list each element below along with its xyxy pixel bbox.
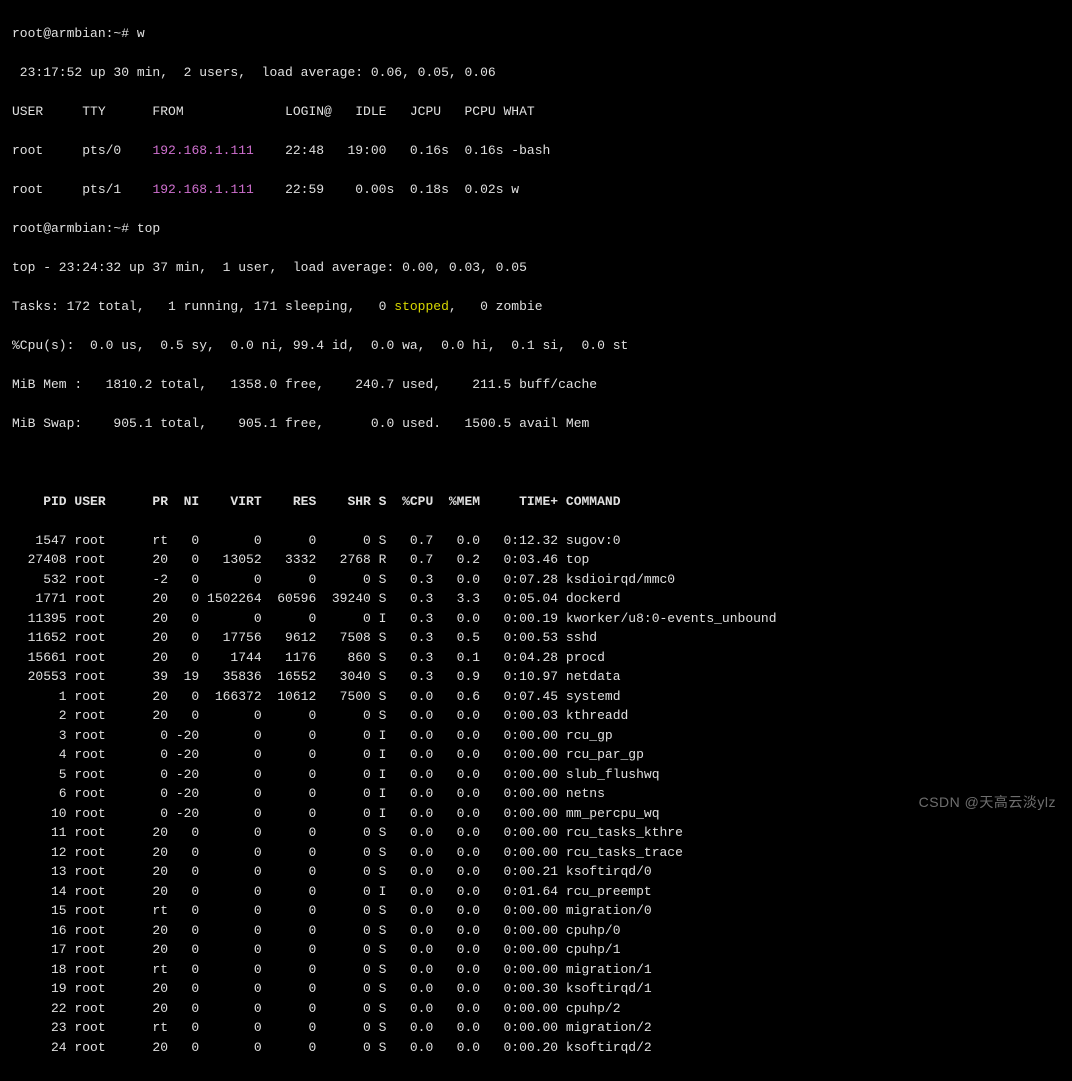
table-row: 2 root 20 0 0 0 0 S 0.0 0.0 0:00.03 kthr… bbox=[12, 706, 1060, 726]
blank-line bbox=[12, 453, 1060, 473]
top-mem: MiB Mem : 1810.2 total, 1358.0 free, 240… bbox=[12, 375, 1060, 395]
cmd-w: w bbox=[137, 26, 145, 41]
top-tasks-b: , 0 zombie bbox=[449, 299, 543, 314]
prompt-1: root@armbian:~# bbox=[12, 26, 137, 41]
w-row2-left: root pts/1 bbox=[12, 182, 152, 197]
top-cpu: %Cpu(s): 0.0 us, 0.5 sy, 0.0 ni, 99.4 id… bbox=[12, 336, 1060, 356]
w-row-1: root pts/0 192.168.1.111 22:48 19:00 0.1… bbox=[12, 141, 1060, 161]
w-row1-left: root pts/0 bbox=[12, 143, 152, 158]
table-row: 17 root 20 0 0 0 0 S 0.0 0.0 0:00.00 cpu… bbox=[12, 940, 1060, 960]
w-row2-ip: 192.168.1.111 bbox=[152, 182, 253, 197]
prompt-line-2: root@armbian:~# top bbox=[12, 219, 1060, 239]
w-summary: 23:17:52 up 30 min, 2 users, load averag… bbox=[12, 63, 1060, 83]
w-row-2: root pts/1 192.168.1.111 22:59 0.00s 0.1… bbox=[12, 180, 1060, 200]
table-row: 1547 root rt 0 0 0 0 S 0.7 0.0 0:12.32 s… bbox=[12, 531, 1060, 551]
cmd-top: top bbox=[137, 221, 160, 236]
table-row: 4 root 0 -20 0 0 0 I 0.0 0.0 0:00.00 rcu… bbox=[12, 745, 1060, 765]
table-row: 1771 root 20 0 1502264 60596 39240 S 0.3… bbox=[12, 589, 1060, 609]
table-row: 13 root 20 0 0 0 0 S 0.0 0.0 0:00.21 kso… bbox=[12, 862, 1060, 882]
table-row: 18 root rt 0 0 0 0 S 0.0 0.0 0:00.00 mig… bbox=[12, 960, 1060, 980]
table-row: 3 root 0 -20 0 0 0 I 0.0 0.0 0:00.00 rcu… bbox=[12, 726, 1060, 746]
table-row: 22 root 20 0 0 0 0 S 0.0 0.0 0:00.00 cpu… bbox=[12, 999, 1060, 1019]
top-process-header: PID USER PR NI VIRT RES SHR S %CPU %MEM … bbox=[12, 492, 1060, 512]
w-header: USER TTY FROM LOGIN@ IDLE JCPU PCPU WHAT bbox=[12, 102, 1060, 122]
table-row: 24 root 20 0 0 0 0 S 0.0 0.0 0:00.20 kso… bbox=[12, 1038, 1060, 1058]
top-tasks-a: Tasks: 172 total, 1 running, 171 sleepin… bbox=[12, 299, 394, 314]
table-row: 20553 root 39 19 35836 16552 3040 S 0.3 … bbox=[12, 667, 1060, 687]
w-row2-right: 22:59 0.00s 0.18s 0.02s w bbox=[254, 182, 519, 197]
top-swap: MiB Swap: 905.1 total, 905.1 free, 0.0 u… bbox=[12, 414, 1060, 434]
table-row: 12 root 20 0 0 0 0 S 0.0 0.0 0:00.00 rcu… bbox=[12, 843, 1060, 863]
table-row: 6 root 0 -20 0 0 0 I 0.0 0.0 0:00.00 net… bbox=[12, 784, 1060, 804]
w-row1-ip: 192.168.1.111 bbox=[152, 143, 253, 158]
top-summary: top - 23:24:32 up 37 min, 1 user, load a… bbox=[12, 258, 1060, 278]
table-row: 11395 root 20 0 0 0 0 I 0.3 0.0 0:00.19 … bbox=[12, 609, 1060, 629]
prompt-2: root@armbian:~# bbox=[12, 221, 137, 236]
table-row: 23 root rt 0 0 0 0 S 0.0 0.0 0:00.00 mig… bbox=[12, 1018, 1060, 1038]
table-row: 532 root -2 0 0 0 0 S 0.3 0.0 0:07.28 ks… bbox=[12, 570, 1060, 590]
table-row: 15 root rt 0 0 0 0 S 0.0 0.0 0:00.00 mig… bbox=[12, 901, 1060, 921]
table-row: 14 root 20 0 0 0 0 I 0.0 0.0 0:01.64 rcu… bbox=[12, 882, 1060, 902]
table-row: 19 root 20 0 0 0 0 S 0.0 0.0 0:00.30 kso… bbox=[12, 979, 1060, 999]
top-tasks-stopped: stopped bbox=[394, 299, 449, 314]
top-tasks: Tasks: 172 total, 1 running, 171 sleepin… bbox=[12, 297, 1060, 317]
table-row: 11 root 20 0 0 0 0 S 0.0 0.0 0:00.00 rcu… bbox=[12, 823, 1060, 843]
table-row: 10 root 0 -20 0 0 0 I 0.0 0.0 0:00.00 mm… bbox=[12, 804, 1060, 824]
table-row: 16 root 20 0 0 0 0 S 0.0 0.0 0:00.00 cpu… bbox=[12, 921, 1060, 941]
table-row: 11652 root 20 0 17756 9612 7508 S 0.3 0.… bbox=[12, 628, 1060, 648]
table-row: 5 root 0 -20 0 0 0 I 0.0 0.0 0:00.00 slu… bbox=[12, 765, 1060, 785]
table-row: 15661 root 20 0 1744 1176 860 S 0.3 0.1 … bbox=[12, 648, 1060, 668]
table-row: 27408 root 20 0 13052 3332 2768 R 0.7 0.… bbox=[12, 550, 1060, 570]
terminal-output[interactable]: root@armbian:~# w 23:17:52 up 30 min, 2 … bbox=[0, 0, 1072, 1081]
top-process-list: 1547 root rt 0 0 0 0 S 0.7 0.0 0:12.32 s… bbox=[12, 531, 1060, 1058]
table-row: 1 root 20 0 166372 10612 7500 S 0.0 0.6 … bbox=[12, 687, 1060, 707]
prompt-line-1: root@armbian:~# w bbox=[12, 24, 1060, 44]
w-row1-right: 22:48 19:00 0.16s 0.16s -bash bbox=[254, 143, 550, 158]
